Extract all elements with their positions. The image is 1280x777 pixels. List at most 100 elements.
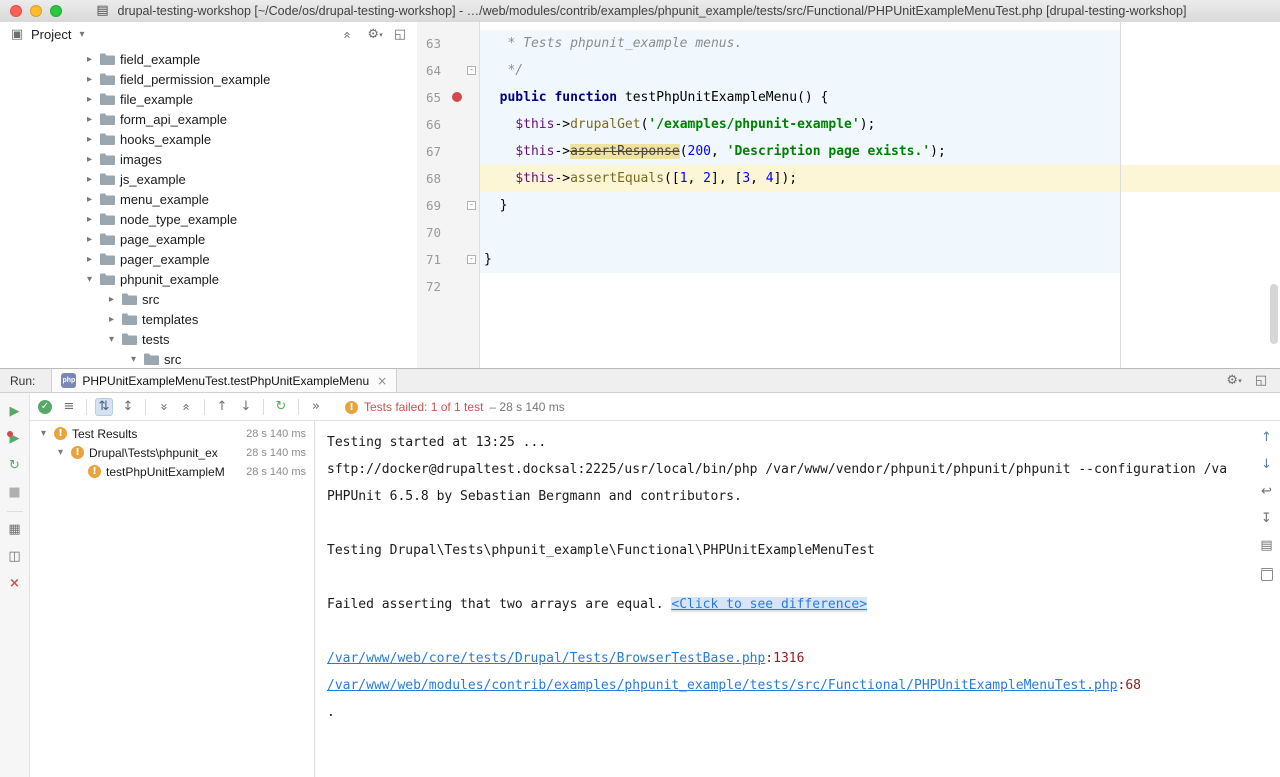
code-line-71[interactable]: } [480,246,1280,273]
project-tree-item-page_example[interactable]: ▸page_example [0,229,417,249]
settings-gear-icon[interactable]: ⚙▾ [1224,372,1242,390]
chevron-right-icon[interactable]: ▸ [84,254,95,265]
test-tree-item[interactable]: ▾!Drupal\Tests\phpunit_ex28 s 140 ms [30,443,314,462]
code-line-72[interactable] [480,273,1280,300]
zoom-window-button[interactable] [50,5,62,17]
gutter-line-71[interactable]: 71- [417,246,479,273]
code-line-69[interactable]: } [480,192,1280,219]
project-tree-item-src[interactable]: ▸src [0,289,417,309]
next-occurrence-icon[interactable]: ↓ [237,398,255,416]
gutter-line-68[interactable]: 68 [417,165,479,192]
project-tree-item-templates[interactable]: ▸templates [0,309,417,329]
up-stack-icon[interactable]: ↑ [1258,429,1276,447]
close-icon[interactable]: × [6,575,24,593]
minimize-window-button[interactable] [30,5,42,17]
import-results-icon[interactable]: ↻ [272,398,290,416]
project-tree-item-src[interactable]: ▾src [0,349,417,368]
show-passed-icon[interactable]: ✓ [36,398,54,416]
hide-window-icon[interactable]: ◱ [391,26,409,44]
project-tree-item-file_example[interactable]: ▸file_example [0,89,417,109]
chevron-right-icon[interactable]: ▸ [106,294,117,305]
console-line-number[interactable]: :1316 [765,651,804,666]
fold-marker-icon[interactable]: - [467,66,476,75]
sort-alphabetically-icon[interactable]: ↕ [119,398,137,416]
close-window-button[interactable] [10,5,22,17]
settings-gear-icon[interactable]: ⚙▾ [365,26,383,44]
toggle-auto-test-icon[interactable]: ↻ [6,457,24,475]
fold-marker-icon[interactable]: - [467,201,476,210]
project-tree-item-menu_example[interactable]: ▸menu_example [0,189,417,209]
chevron-down-icon[interactable]: ▾ [84,274,95,285]
sort-by-duration-icon[interactable]: ⇅ [95,398,113,416]
expand-all-icon[interactable]: » [154,398,172,416]
gutter-line-66[interactable]: 66 [417,111,479,138]
chevron-right-icon[interactable]: ▸ [84,74,95,85]
chevron-down-icon[interactable]: ▾ [55,447,66,458]
stop-icon[interactable]: ■ [6,484,24,502]
code-line-64[interactable]: */ [480,57,1280,84]
chevron-right-icon[interactable]: ▸ [84,114,95,125]
previous-occurrence-icon[interactable]: ↑ [213,398,231,416]
clear-all-icon[interactable] [1258,564,1276,582]
gutter-line-64[interactable]: 64- [417,57,479,84]
editor[interactable]: 6364-6566676869-7071-72 * Tests phpunit_… [417,22,1280,368]
chevron-down-icon[interactable]: ▾ [76,29,87,40]
project-tree-item-form_api_example[interactable]: ▸form_api_example [0,109,417,129]
run-tab[interactable]: php PHPUnitExampleMenuTest.testPhpUnitEx… [51,369,397,392]
collapse-all-icon[interactable]: » [178,398,196,416]
chevron-right-icon[interactable]: ▸ [84,194,95,205]
gutter-line-69[interactable]: 69- [417,192,479,219]
code-line-63[interactable]: * Tests phpunit_example menus. [480,30,1280,57]
console-line-number[interactable]: :68 [1118,678,1141,693]
more-options-icon[interactable]: » [307,398,325,416]
chevron-right-icon[interactable]: ▸ [84,234,95,245]
code-line-65[interactable]: public function testPhpUnitExampleMenu()… [480,84,1280,111]
chevron-right-icon[interactable]: ▸ [84,54,95,65]
project-tree-item-images[interactable]: ▸images [0,149,417,169]
down-stack-icon[interactable]: ↓ [1258,456,1276,474]
gutter-line-70[interactable]: 70 [417,219,479,246]
chevron-right-icon[interactable]: ▸ [84,154,95,165]
print-icon[interactable]: ▤ [1258,537,1276,555]
collapse-all-icon[interactable]: » [339,26,357,44]
console-file-link[interactable]: /var/www/web/modules/contrib/examples/ph… [327,678,1118,693]
console-file-link[interactable]: /var/www/web/core/tests/Drupal/Tests/Bro… [327,651,765,666]
chevron-right-icon[interactable]: ▸ [84,214,95,225]
scroll-end-icon[interactable]: ↧ [1258,510,1276,528]
gutter-line-67[interactable]: 67 [417,138,479,165]
project-tree-item-field_permission_example[interactable]: ▸field_permission_example [0,69,417,89]
chevron-down-icon[interactable]: ▾ [128,354,139,365]
project-tree-item-tests[interactable]: ▾tests [0,329,417,349]
close-tab-icon[interactable]: × [377,374,387,388]
rerun-failed-tests-icon[interactable]: ▶ [6,430,24,448]
code-line-70[interactable] [480,219,1280,246]
restore-layout-icon[interactable]: ▦ [6,521,24,539]
project-tree-item-js_example[interactable]: ▸js_example [0,169,417,189]
project-tree-item-pager_example[interactable]: ▸pager_example [0,249,417,269]
code-line-67[interactable]: $this->assertResponse(200, 'Description … [480,138,1280,165]
fold-marker-icon[interactable]: - [467,255,476,264]
project-tree-item-node_type_example[interactable]: ▸node_type_example [0,209,417,229]
project-tree-item-hooks_example[interactable]: ▸hooks_example [0,129,417,149]
chevron-right-icon[interactable]: ▸ [84,94,95,105]
show-ignored-icon[interactable]: ≡ [60,398,78,416]
test-tree-item[interactable]: !testPhpUnitExampleM28 s 140 ms [30,462,314,481]
chevron-right-icon[interactable]: ▸ [84,134,95,145]
project-tree-item-field_example[interactable]: ▸field_example [0,49,417,69]
diff-link[interactable]: <Click to see difference> [671,597,867,612]
gutter-line-65[interactable]: 65 [417,84,479,111]
soft-wrap-icon[interactable]: ↩ [1258,483,1276,501]
run-console[interactable]: Testing started at 13:25 ...sftp://docke… [315,421,1253,777]
gutter-line-63[interactable]: 63 [417,30,479,57]
editor-scrollbar[interactable] [1270,284,1278,344]
project-tree-item-phpunit_example[interactable]: ▾phpunit_example [0,269,417,289]
hide-window-icon[interactable]: ◱ [1252,372,1270,390]
chevron-down-icon[interactable]: ▾ [106,334,117,345]
gutter-line-72[interactable]: 72 [417,273,479,300]
chevron-down-icon[interactable]: ▾ [38,428,49,439]
code-line-66[interactable]: $this->drupalGet('/examples/phpunit-exam… [480,111,1280,138]
pin-tab-icon[interactable]: ◫ [6,548,24,566]
test-failed-gutter-icon[interactable] [452,92,462,102]
chevron-right-icon[interactable]: ▸ [106,314,117,325]
code-line-68[interactable]: $this->assertEquals([1, 2], [3, 4]); [480,165,1280,192]
